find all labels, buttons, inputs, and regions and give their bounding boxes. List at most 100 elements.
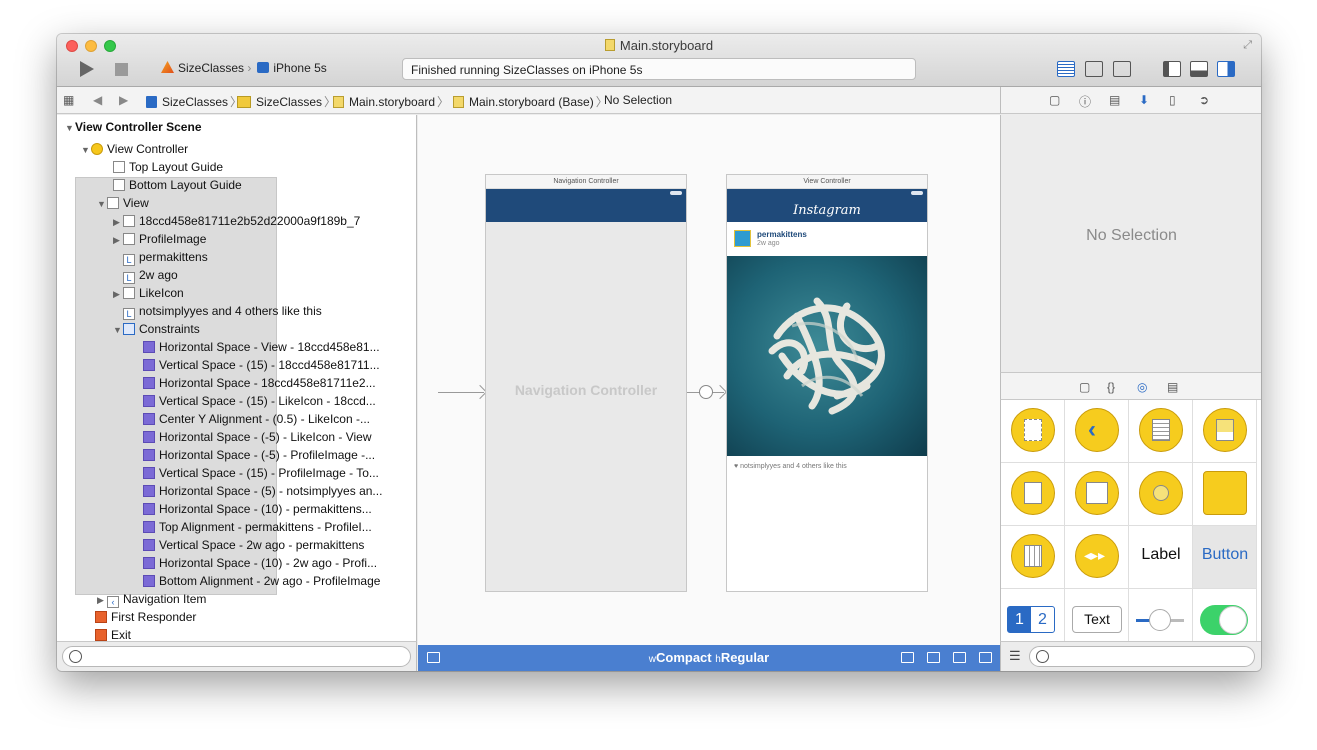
constraint-row[interactable]: Center Y Alignment - (0.5) - LikeIcon -.… [143, 410, 370, 428]
outline-top-guide[interactable]: Top Layout Guide [113, 158, 223, 176]
constraint-icon [143, 485, 155, 497]
jump-selection[interactable]: No Selection [604, 93, 672, 107]
library-filter-field[interactable] [1029, 646, 1255, 667]
outline-constraints[interactable]: ▼ Constraints [113, 320, 200, 338]
username-label[interactable]: permakittens [757, 230, 807, 239]
time-label[interactable]: 2w ago [757, 240, 780, 247]
file-inspector-icon[interactable]: ▢ [1049, 93, 1060, 107]
library-av-player-view-controller[interactable]: ◂▸▸ [1065, 526, 1129, 589]
constraint-row[interactable]: Vertical Space - (15) - 18ccd458e81711..… [143, 356, 380, 374]
constraint-row[interactable]: Horizontal Space - (10) - permakittens..… [143, 500, 372, 518]
connections-inspector-icon[interactable]: ➲ [1199, 93, 1209, 107]
disclosure-closed-icon[interactable]: ▶ [113, 213, 123, 231]
constraint-row[interactable]: Horizontal Space - (-5) - LikeIcon - Vie… [143, 428, 372, 446]
post-image[interactable] [727, 256, 927, 456]
library-navigation-controller[interactable]: ‹ [1065, 400, 1129, 463]
outline-scene[interactable]: ▼ View Controller Scene [65, 118, 277, 595]
top-guide-label: Top Layout Guide [129, 160, 224, 174]
jump-localization[interactable]: Main.storyboard (Base) 〉 [453, 93, 610, 110]
assistant-editor-icon[interactable] [1085, 61, 1103, 77]
library-label[interactable]: Label [1129, 526, 1193, 589]
quick-help-icon[interactable]: ⓘ [1079, 93, 1091, 110]
outline-profile-image[interactable]: ▶ ProfileImage [113, 230, 206, 248]
library-table-view-controller[interactable] [1129, 400, 1193, 463]
fullscreen-icon[interactable]: ⤢ [1243, 39, 1252, 52]
library-glkit-view-controller[interactable] [1129, 463, 1193, 526]
debug-area-toggle-icon[interactable] [1190, 61, 1208, 77]
jump-folder[interactable]: SizeClasses 〉 [237, 93, 338, 110]
utilities-toggle-icon[interactable] [1217, 61, 1235, 77]
library-split-view-controller[interactable] [1001, 463, 1065, 526]
list-view-icon[interactable]: ☰ [1009, 648, 1021, 664]
constraint-row[interactable]: Horizontal Space - View - 18ccd458e81... [143, 338, 380, 356]
navigation-controller-scene[interactable]: Navigation Controller Navigation Control… [485, 174, 687, 592]
file-template-icon[interactable]: ▢ [1079, 380, 1090, 394]
stop-button[interactable] [115, 63, 128, 76]
constraint-icon [143, 575, 155, 587]
library-view-controller[interactable] [1001, 400, 1065, 463]
object-library-icon[interactable]: ◎ [1137, 380, 1147, 394]
size-class-bar[interactable]: wCompact hRegular [418, 645, 1000, 671]
outline-bottom-guide[interactable]: Bottom Layout Guide [113, 176, 242, 194]
constraint-row[interactable]: Horizontal Space - 18ccd458e81711e2... [143, 374, 376, 392]
disclosure-open-icon[interactable]: ▼ [113, 321, 123, 339]
resolve-issues-icon[interactable] [979, 652, 992, 663]
library-object[interactable] [1193, 463, 1257, 526]
constraint-row[interactable]: Horizontal Space - (-5) - ProfileImage -… [143, 446, 375, 464]
view-controller-scene[interactable]: View Controller Instagram permakittens 2… [726, 174, 928, 592]
media-library-icon[interactable]: ▤ [1167, 380, 1178, 394]
likes-label[interactable]: notsimplyyes and 4 others like this [740, 463, 847, 470]
pin-icon[interactable] [953, 652, 966, 663]
storyboard-canvas[interactable]: Navigation Controller Navigation Control… [418, 115, 1000, 645]
segue-icon[interactable] [699, 385, 713, 399]
disclosure-closed-icon[interactable]: ▶ [97, 591, 107, 609]
constraint-row[interactable]: Vertical Space - 2w ago - permakittens [143, 536, 364, 554]
constraint-label: Horizontal Space - View - 18ccd458e81... [159, 340, 380, 354]
code-snippet-icon[interactable]: {} [1107, 380, 1115, 394]
library-button[interactable]: Button [1193, 526, 1257, 589]
outline-label-username[interactable]: Lpermakittens [123, 248, 208, 266]
disclosure-closed-icon[interactable]: ▶ [113, 285, 123, 303]
device-name: iPhone 5s [273, 61, 327, 75]
library-tab-bar-controller[interactable] [1193, 400, 1257, 463]
navigator-toggle-icon[interactable] [1163, 61, 1181, 77]
align-icon[interactable] [927, 652, 940, 663]
version-editor-icon[interactable] [1113, 61, 1131, 77]
profile-image[interactable] [734, 230, 751, 247]
back-icon[interactable]: ◀ [93, 93, 102, 107]
stack-icon[interactable] [901, 652, 914, 663]
constraint-row[interactable]: Vertical Space - (15) - ProfileImage - T… [143, 464, 379, 482]
constraint-row[interactable]: Horizontal Space - (10) - 2w ago - Profi… [143, 554, 377, 572]
outline-navigation-item[interactable]: ▶ ‹ Navigation Item [97, 590, 206, 608]
outline-label-time[interactable]: L 2w ago [123, 266, 178, 284]
outline-first-responder[interactable]: First Responder [95, 608, 196, 626]
disclosure-closed-icon[interactable]: ▶ [113, 231, 123, 249]
outline-filter-field[interactable] [62, 646, 411, 667]
library-collection-view-controller[interactable] [1001, 526, 1065, 589]
library-page-view-controller[interactable] [1065, 463, 1129, 526]
run-button[interactable] [80, 61, 94, 77]
outline-view[interactable]: ▼ View [97, 194, 149, 212]
jump-project[interactable]: SizeClasses〉 [146, 93, 244, 110]
constraint-row[interactable]: Vertical Space - (15) - LikeIcon - 18ccd… [143, 392, 376, 410]
outline-image-view[interactable]: ▶ 18ccd458e81711e2b52d22000a9f189b_7 [113, 212, 360, 230]
disclosure-open-icon[interactable]: ▼ [65, 119, 75, 137]
size-inspector-icon[interactable]: ▯ [1169, 93, 1176, 107]
forward-icon[interactable]: ▶ [119, 93, 128, 107]
constraint-row[interactable]: Bottom Alignment - 2w ago - ProfileImage [143, 572, 380, 590]
outline-label-likes[interactable]: Lnotsimplyyes and 4 others like this [123, 302, 322, 320]
standard-editor-icon[interactable] [1057, 61, 1075, 77]
outline-like-icon[interactable]: ▶ LikeIcon [113, 284, 184, 302]
identity-inspector-icon[interactable]: ▤ [1109, 93, 1120, 107]
attributes-inspector-icon[interactable]: ⬇ [1139, 93, 1149, 107]
navigation-item-icon: ‹ [107, 596, 119, 608]
scheme-selector[interactable]: SizeClasses › iPhone 5s [161, 61, 327, 75]
related-items-icon[interactable]: ▦ [63, 93, 74, 107]
outline-view-controller[interactable]: ▼ View Controller [81, 140, 188, 158]
disclosure-open-icon[interactable]: ▼ [81, 141, 91, 159]
constraint-icon [143, 467, 155, 479]
constraint-row[interactable]: Top Alignment - permakittens - ProfileI.… [143, 518, 372, 536]
jump-file[interactable]: Main.storyboard 〉 [333, 93, 451, 110]
constraint-row[interactable]: Horizontal Space - (5) - notsimplyyes an… [143, 482, 382, 500]
disclosure-open-icon[interactable]: ▼ [97, 195, 107, 213]
